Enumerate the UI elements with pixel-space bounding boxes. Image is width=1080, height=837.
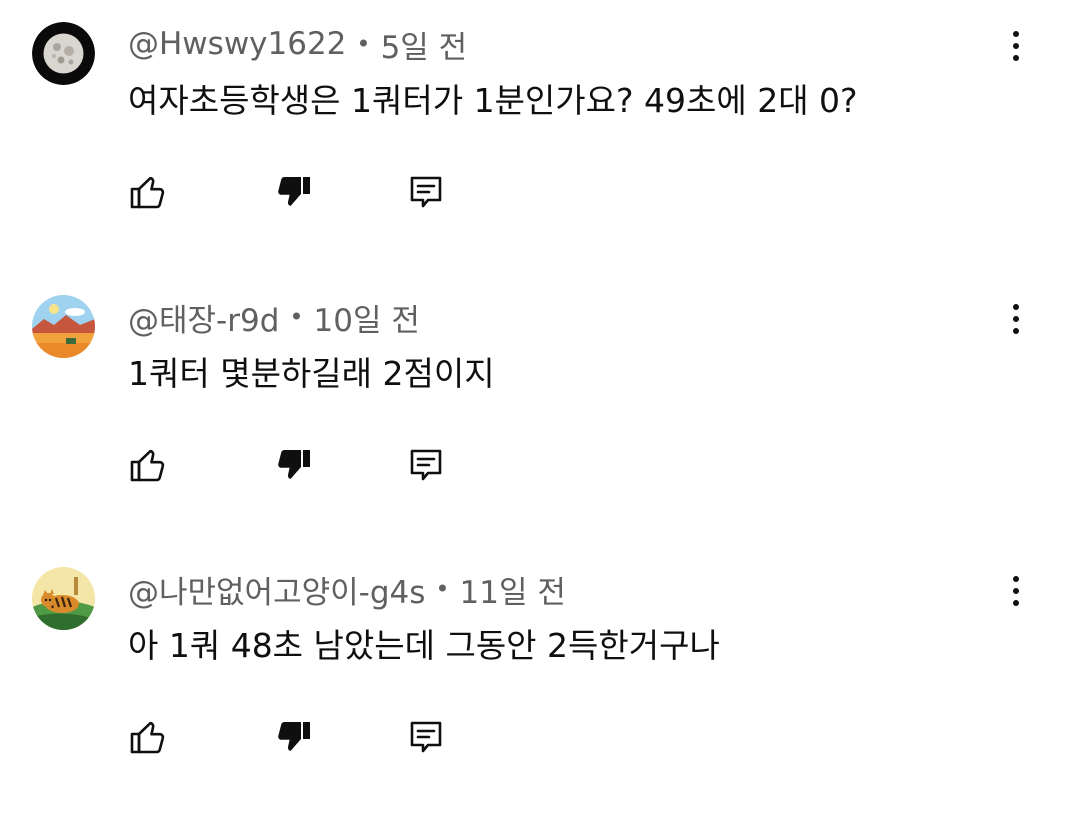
meta-separator: • bbox=[356, 30, 371, 58]
landscape-avatar-icon bbox=[32, 295, 95, 358]
moon-avatar-icon bbox=[32, 22, 95, 85]
comment-age: 11일 전 bbox=[459, 574, 566, 611]
author-handle[interactable]: @Hwswy1622 bbox=[128, 26, 346, 62]
dislike-button[interactable] bbox=[274, 172, 314, 212]
like-button[interactable] bbox=[128, 445, 168, 485]
more-options-button[interactable] bbox=[998, 299, 1034, 339]
avatar[interactable] bbox=[32, 295, 95, 358]
like-button[interactable] bbox=[128, 717, 168, 757]
thumbs-down-icon bbox=[278, 450, 310, 479]
reply-icon bbox=[410, 449, 442, 481]
reply-button[interactable] bbox=[406, 717, 446, 757]
like-button[interactable] bbox=[128, 172, 168, 212]
more-options-button[interactable] bbox=[998, 571, 1034, 611]
comment-text: 아 1쿼 48초 남았는데 그동안 2득한거구나 bbox=[128, 626, 720, 665]
comment-meta: @태장-r9d • 10일 전 bbox=[128, 295, 420, 340]
more-options-button[interactable] bbox=[998, 26, 1034, 66]
dislike-button[interactable] bbox=[274, 717, 314, 757]
reply-icon bbox=[410, 176, 442, 208]
comment-meta: @Hwswy1622 • 5일 전 bbox=[128, 24, 468, 66]
comment-text: 1쿼터 몇분하길래 2점이지 bbox=[128, 354, 495, 393]
cat-avatar-icon bbox=[32, 567, 95, 630]
more-vert-icon bbox=[1013, 31, 1019, 37]
reply-button[interactable] bbox=[406, 172, 446, 212]
reply-button[interactable] bbox=[406, 445, 446, 485]
thumbs-up-icon bbox=[130, 449, 165, 482]
dislike-button[interactable] bbox=[274, 445, 314, 485]
meta-separator: • bbox=[435, 575, 450, 603]
avatar[interactable] bbox=[32, 567, 95, 630]
reply-icon bbox=[410, 721, 442, 753]
avatar[interactable] bbox=[32, 22, 95, 85]
comment-item: @나만없어고양이-g4s • 11일 전 아 1쿼 48초 남았는데 그동안 2… bbox=[0, 567, 1080, 837]
comment-item: @태장-r9d • 10일 전 1쿼터 몇분하길래 2점이지 bbox=[0, 295, 1080, 565]
thumbs-up-icon bbox=[130, 721, 165, 754]
comment-age: 10일 전 bbox=[313, 302, 420, 339]
comment-age: 5일 전 bbox=[380, 29, 468, 66]
comment-item: @Hwswy1622 • 5일 전 여자초등학생은 1쿼터가 1분인가요? 49… bbox=[0, 22, 1080, 292]
author-handle[interactable]: @태장-r9d bbox=[128, 295, 279, 340]
thumbs-up-icon bbox=[130, 176, 165, 209]
more-vert-icon bbox=[1013, 576, 1019, 582]
more-vert-icon bbox=[1013, 304, 1019, 310]
thumbs-down-icon bbox=[278, 177, 310, 206]
author-handle[interactable]: @나만없어고양이-g4s bbox=[128, 567, 425, 612]
thumbs-down-icon bbox=[278, 722, 310, 751]
comment-text: 여자초등학생은 1쿼터가 1분인가요? 49초에 2대 0? bbox=[128, 81, 858, 120]
meta-separator: • bbox=[289, 303, 304, 331]
comment-meta: @나만없어고양이-g4s • 11일 전 bbox=[128, 567, 566, 612]
